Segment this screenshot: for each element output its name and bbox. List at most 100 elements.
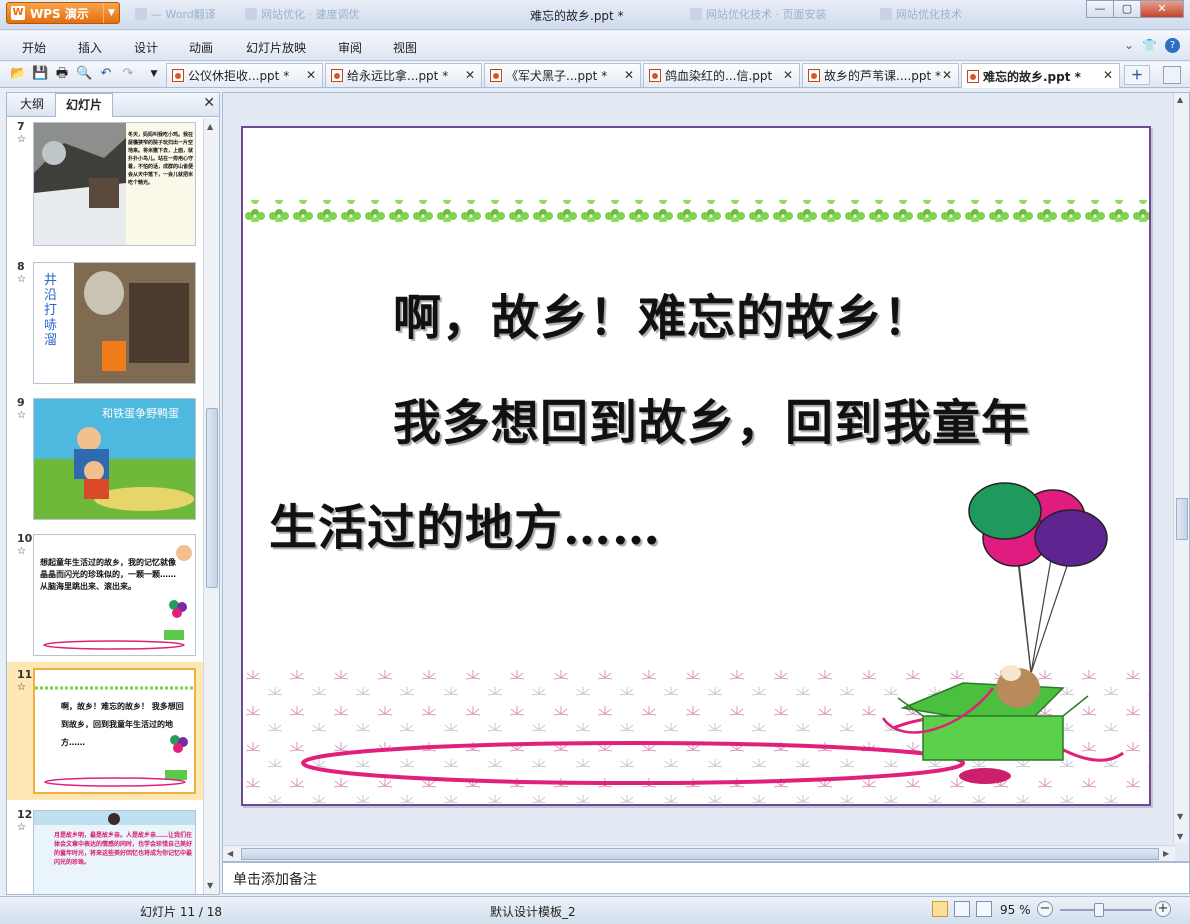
title-bar: W WPS 演示 ▼ — Word翻译 网站优化 · 速度调优 网站优化技术 ·…	[0, 0, 1190, 30]
close-tab-icon[interactable]: ✕	[1103, 68, 1113, 82]
redo-icon[interactable]: ↷	[120, 66, 136, 82]
close-tab-icon[interactable]: ✕	[942, 68, 952, 82]
help-icon[interactable]: ?	[1165, 38, 1180, 53]
menu-animation[interactable]: 动画	[189, 39, 213, 56]
doc-tab[interactable]: 《军犬黑子...ppt * ✕	[484, 63, 641, 87]
zoom-slider-knob[interactable]	[1094, 903, 1104, 917]
close-tab-icon[interactable]: ✕	[306, 68, 316, 82]
open-folder-icon[interactable]: 📂	[10, 66, 26, 82]
window-controls: — ▢ ✕	[1086, 0, 1184, 18]
doc-tab[interactable]: 公仪休拒收...ppt * ✕	[166, 63, 323, 87]
thumbnail-image: 啊，故乡！难忘的故乡！ 我多想回到故乡，回到我童年生活过的地方……	[33, 668, 196, 794]
print-preview-icon[interactable]: 🔍	[76, 66, 92, 82]
template-name: 默认设计模板_2	[490, 905, 576, 919]
scrollbar-thumb[interactable]	[206, 408, 218, 588]
thumbnail-slide-9[interactable]: 9 ☆ 和铁蛋争野鸭蛋	[7, 394, 203, 522]
close-tab-icon[interactable]: ✕	[465, 68, 475, 82]
menu-review[interactable]: 审阅	[338, 39, 362, 56]
minimize-button[interactable]: —	[1086, 0, 1114, 18]
notes-pane[interactable]: 单击添加备注	[222, 862, 1190, 894]
thumbnail-image: 和铁蛋争野鸭蛋	[33, 398, 196, 520]
slide-canvas[interactable]: 啊，故乡！难忘的故乡！ 我多想回到故乡，回到我童年 生活过的地方……	[241, 126, 1151, 806]
slide-editor: 啊，故乡！难忘的故乡！ 我多想回到故乡，回到我童年 生活过的地方…… ▲ ▼ ▼…	[222, 92, 1190, 862]
customize-toolbar-icon[interactable]: ▼	[146, 66, 162, 82]
scroll-down-icon[interactable]: ▼	[1177, 812, 1183, 821]
ppt-file-icon	[967, 69, 979, 83]
slide-counter: 幻灯片 11 / 18	[140, 905, 223, 919]
collapse-ribbon-icon[interactable]: ⌄	[1124, 38, 1134, 53]
doc-tab[interactable]: 故乡的芦苇课....ppt * ✕	[802, 63, 959, 87]
ghost-title: 网站优化 · 速度调优	[245, 6, 360, 22]
thumbnail-scrollbar[interactable]: ▲ ▼	[203, 118, 219, 894]
thumbnail-slide-10[interactable]: 10 ☆ 想起童年生活过的故乡，我的记忆就像晶晶而闪光的珍珠似的，一颗一颗……从…	[7, 530, 203, 658]
close-button[interactable]: ✕	[1140, 0, 1184, 18]
zoom-out-icon[interactable]: −	[1037, 901, 1053, 917]
doc-tab[interactable]: 给永远比拿...ppt * ✕	[325, 63, 482, 87]
close-tab-icon[interactable]: ✕	[624, 68, 634, 82]
animation-star-icon: ☆	[17, 134, 26, 145]
ppt-file-icon	[331, 69, 343, 82]
doc-tab-active[interactable]: 难忘的故乡.ppt * ✕	[961, 63, 1120, 88]
scroll-left-icon[interactable]: ◀	[227, 849, 233, 858]
window-layout-icon[interactable]	[1163, 66, 1181, 84]
wps-logo-icon: W	[11, 6, 25, 20]
editor-vertical-scrollbar[interactable]: ▲ ▼ ▼	[1173, 93, 1189, 843]
new-tab-button[interactable]: ＋	[1124, 65, 1150, 85]
zoom-slider[interactable]	[1060, 909, 1152, 911]
ppt-file-icon	[808, 69, 820, 82]
slide-text-line3[interactable]: 生活过的地方……	[269, 488, 661, 558]
thumbnail-slide-7[interactable]: 7 ☆ 冬天，妈妈叫我吃小鸡。我在屋檐狭窄的院子玩扫出一片空地来。将米撒下去，上…	[7, 118, 203, 250]
slide-sorter-view-icon[interactable]	[954, 901, 970, 917]
restore-button[interactable]: ▢	[1113, 0, 1141, 18]
scroll-right-icon[interactable]: ▶	[1163, 849, 1169, 858]
menu-design[interactable]: 设计	[134, 39, 158, 56]
scrollbar-thumb[interactable]	[241, 848, 1159, 860]
normal-view-icon[interactable]	[932, 901, 948, 917]
slide-panel: 大纲 幻灯片 ✕ 7 ☆ 冬天，妈妈叫我吃小鸡。我在屋檐狭窄的院子玩扫出一片空地…	[6, 92, 220, 895]
thumbnail-image: 井沿打哧溜	[33, 262, 196, 384]
scroll-up-icon[interactable]: ▲	[207, 122, 213, 131]
thumbnail-image: 冬天，妈妈叫我吃小鸡。我在屋檐狭窄的院子玩扫出一片空地来。将米撒下去，上面，就扑…	[33, 122, 196, 246]
thumbnail-text: 月是故乡明，最是故乡亲。人是故乡亲……让我们在体会文章中表达的情感的同时，也学会…	[54, 832, 192, 866]
slide-text-line1[interactable]: 啊，故乡！难忘的故乡！	[393, 278, 932, 348]
tab-slides[interactable]: 幻灯片	[55, 93, 113, 117]
print-icon[interactable]: 🖶	[54, 66, 70, 82]
thumbnail-text: 井沿打哧溜	[44, 273, 58, 348]
doc-tab[interactable]: 鸽血染红的...信.ppt ✕	[643, 63, 800, 87]
ghost-title: — Word翻译	[135, 6, 216, 22]
animation-star-icon: ☆	[17, 682, 26, 693]
menu-bar: 开始 插入 设计 动画 幻灯片放映 审阅 视图 ⌄ 👕 ?	[0, 31, 1190, 61]
menu-home[interactable]: 开始	[22, 39, 46, 56]
thumbnail-slide-12[interactable]: 12 ☆ 月是故乡明，最是故乡亲。人是故乡亲……让我们在体会文章中表达的情感的同…	[7, 806, 203, 894]
slideshow-view-icon[interactable]	[976, 901, 992, 917]
close-tab-icon[interactable]: ✕	[783, 68, 793, 82]
zoom-in-icon[interactable]: +	[1155, 901, 1171, 917]
document-title: 难忘的故乡.ppt *	[530, 9, 624, 23]
menu-slideshow[interactable]: 幻灯片放映	[246, 39, 306, 56]
thumbnail-slide-11-selected[interactable]: 11 ☆ 啊，故乡！难忘的故乡！ 我多想回到故乡，回到我童年生活过的地方……	[7, 662, 203, 800]
chevron-down-icon: ▼	[103, 3, 119, 23]
menu-view[interactable]: 视图	[393, 39, 417, 56]
girl-decor-icon	[34, 811, 195, 825]
editor-horizontal-scrollbar[interactable]: ◀ ▶	[223, 845, 1175, 861]
tab-outline[interactable]: 大纲	[9, 93, 55, 117]
next-slide-icon[interactable]: ▼	[1177, 832, 1183, 841]
notes-placeholder: 单击添加备注	[233, 872, 317, 888]
scroll-down-icon[interactable]: ▼	[207, 881, 213, 890]
close-panel-icon[interactable]: ✕	[203, 95, 215, 111]
wps-menu-button[interactable]: W WPS 演示 ▼	[6, 2, 120, 24]
scroll-up-icon[interactable]: ▲	[1177, 95, 1183, 104]
thumbnail-slide-8[interactable]: 8 ☆ 井沿打哧溜	[7, 258, 203, 386]
slide-text-line2[interactable]: 我多想回到故乡，回到我童年	[393, 383, 1030, 453]
ppt-file-icon	[172, 69, 184, 82]
save-icon[interactable]: 💾	[32, 66, 48, 82]
ghost-title: 网站优化技术	[880, 6, 962, 22]
undo-icon[interactable]: ↶	[98, 66, 114, 82]
ppt-file-icon	[649, 69, 661, 82]
quick-toolbar: 📂 💾 🖶 🔍 ↶ ↷ ▼ 公仪休拒收...ppt * ✕ 给永远比拿...ppt…	[0, 62, 1190, 88]
skin-icon[interactable]: 👕	[1142, 38, 1157, 53]
animation-star-icon: ☆	[17, 546, 26, 557]
animation-star-icon: ☆	[17, 410, 26, 421]
scrollbar-thumb[interactable]	[1176, 498, 1188, 540]
menu-insert[interactable]: 插入	[78, 39, 102, 56]
